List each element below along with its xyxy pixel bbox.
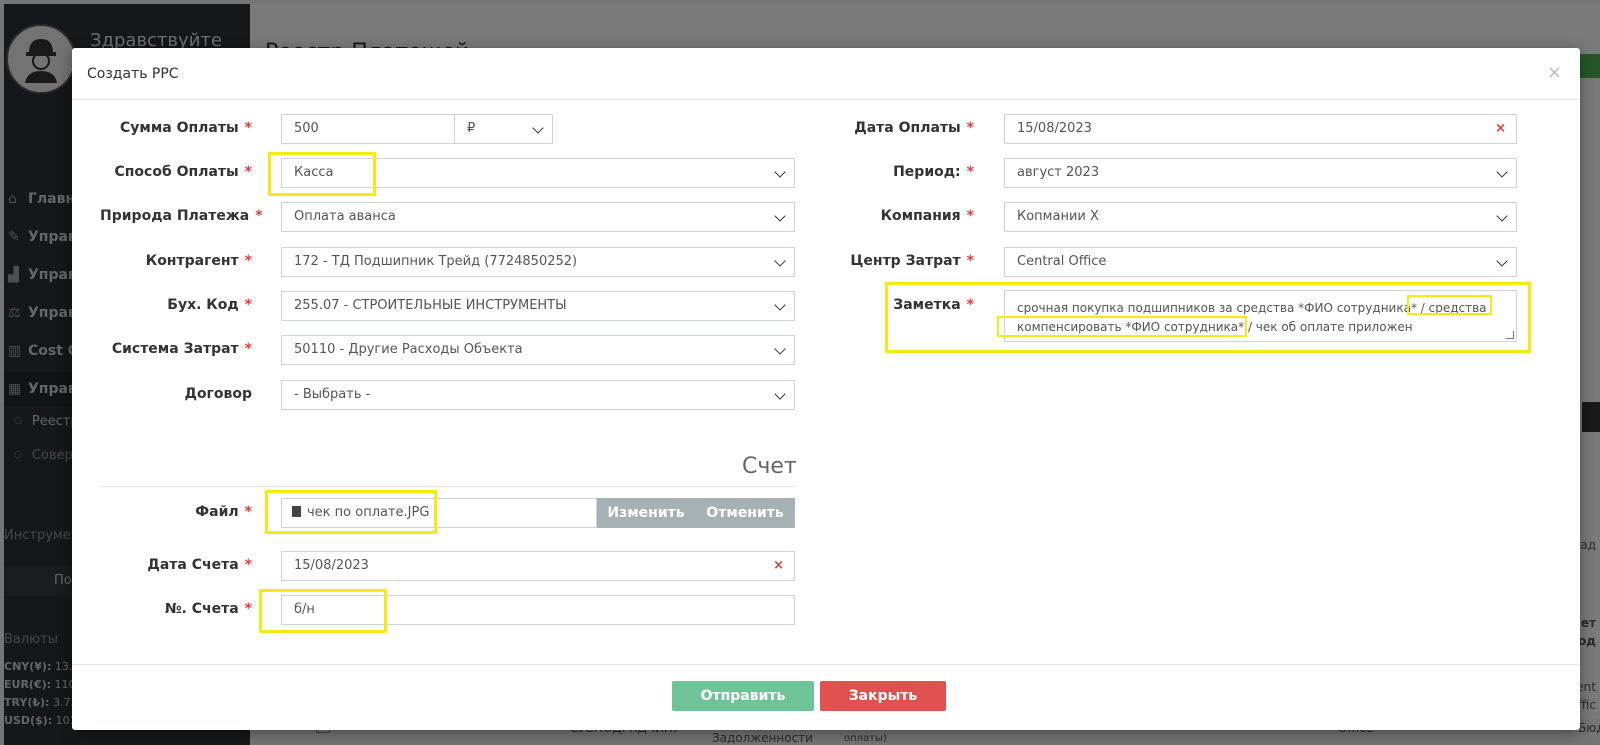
invoice-date-input[interactable]: 15/08/2023 ×	[281, 551, 795, 581]
company-select[interactable]: Копмании X	[1004, 202, 1517, 232]
cost-center-select[interactable]: Central Office	[1004, 247, 1517, 277]
payment-method-select[interactable]: Касса	[281, 158, 795, 188]
invoice-section-title: Счет	[742, 454, 797, 479]
period-label: Период: *	[893, 164, 974, 180]
cancel-file-button[interactable]: Отменить	[695, 498, 795, 528]
payment-nature-select[interactable]: Оплата аванса	[281, 202, 795, 232]
cost-system-select[interactable]: 50110 - Другие Расходы Объекта	[281, 335, 795, 365]
note-label: Заметка *	[893, 297, 974, 313]
file-label: Файл *	[195, 504, 252, 520]
note-line: компенсировать *ФИО сотрудника* / чек об…	[1017, 320, 1413, 334]
close-icon[interactable]: ×	[1547, 62, 1562, 83]
modal-title: Создать РРС	[87, 66, 179, 82]
note-line: срочная покупка подшипников за средства …	[1017, 301, 1487, 315]
change-file-button[interactable]: Изменить	[597, 498, 695, 528]
pay-date-label: Дата Оплаты *	[854, 120, 974, 136]
cost-center-label: Центр Затрат *	[850, 253, 974, 269]
file-input[interactable]: чек по оплате.JPG	[281, 498, 597, 528]
resize-handle-icon[interactable]	[1506, 331, 1514, 339]
submit-button[interactable]: Отправить	[672, 681, 814, 711]
amount-input[interactable]: 500	[281, 114, 455, 144]
acc-code-label: Бух. Код *	[167, 297, 252, 313]
file-name: чек по оплате.JPG	[307, 505, 430, 520]
clear-icon[interactable]: ×	[773, 552, 784, 580]
invoice-date-label: Дата Счета *	[147, 557, 252, 573]
counterparty-select[interactable]: 172 - ТД Подшипник Трейд (7724850252)	[281, 247, 795, 277]
file-icon	[292, 506, 301, 517]
pay-date-input[interactable]: 15/08/2023 ×	[1004, 114, 1517, 144]
modal-footer: Отправить Закрыть	[72, 664, 1580, 730]
note-textarea[interactable]: срочная покупка подшипников за средства …	[1004, 290, 1517, 342]
invoice-number-label: №. Счета *	[164, 601, 252, 617]
contract-select[interactable]: - Выбрать -	[281, 380, 795, 410]
counterparty-label: Контрагент *	[145, 253, 252, 269]
clear-icon[interactable]: ×	[1495, 115, 1506, 143]
company-label: Компания *	[880, 208, 974, 224]
payment-nature-label: Природа Платежа *	[100, 208, 263, 224]
acc-code-select[interactable]: 255.07 - СТРОИТЕЛЬНЫЕ ИНСТРУМЕНТЫ	[281, 291, 795, 321]
contract-label: Договор	[184, 386, 252, 402]
payment-method-label: Способ Оплаты *	[114, 164, 252, 180]
close-button[interactable]: Закрыть	[820, 681, 946, 711]
invoice-number-input[interactable]: б/н	[281, 595, 795, 625]
period-select[interactable]: август 2023	[1004, 158, 1517, 188]
currency-select[interactable]: ₽	[454, 114, 553, 144]
modal-header: Создать РРС ×	[72, 48, 1580, 100]
section-divider	[100, 486, 795, 487]
cost-system-label: Система Затрат *	[111, 341, 252, 357]
amount-label: Сумма Оплаты *	[120, 120, 252, 136]
create-payment-modal: Создать РРС × Сумма Оплаты * 500 ₽ Способ…	[72, 48, 1580, 730]
